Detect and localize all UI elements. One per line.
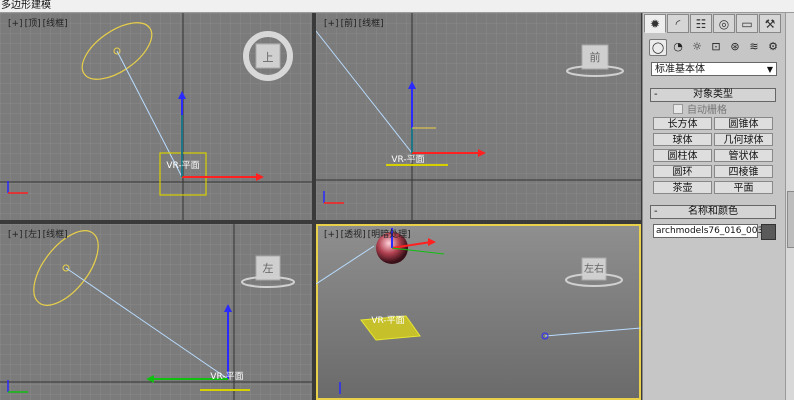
object-label-perspective: VR-平面 (371, 315, 404, 326)
sphere-button[interactable]: 球体 (653, 133, 712, 146)
cameras-icon[interactable]: ⊡ (708, 39, 724, 54)
viewport-left-scene: 左 VR-平面 (0, 224, 312, 400)
command-panel: ✹ ◜ ☷ ◎ ▭ ⚒ ◯ ◔ ☼ ⊡ ⊛ ≋ ⚙ 标准基本体 ▼ - 对象类型… (642, 13, 785, 400)
spacewarps-icon[interactable]: ≋ (746, 39, 762, 54)
viewport-perspective-label[interactable]: [+] [透视] [明暗处理] (324, 227, 413, 240)
viewport-top-label[interactable]: [+] [顶] [线框] (8, 16, 70, 29)
command-panel-tabs: ✹ ◜ ☷ ◎ ▭ ⚒ (644, 14, 781, 33)
lights-icon[interactable]: ☼ (689, 39, 705, 54)
viewport-left-label[interactable]: [+] [左] [线框] (8, 227, 70, 240)
systems-icon[interactable]: ⚙ (765, 39, 781, 54)
viewcube-perspective-label: 左右 (584, 262, 604, 275)
viewport-front-scene: 前 VR-平面 (316, 13, 641, 220)
torus-button[interactable]: 圆环 (653, 165, 712, 178)
primitive-type-dropdown[interactable]: 标准基本体 ▼ (651, 62, 777, 76)
viewport-front-label[interactable]: [+] [前] [线框] (324, 16, 386, 29)
scrollbar-thumb[interactable] (787, 191, 794, 248)
teapot-button[interactable]: 茶壶 (653, 181, 712, 194)
viewport-top[interactable]: 上 VR-平面 [+] [顶] [线框] (0, 13, 312, 220)
viewport-perspective-scene: 左右 VR-平面 (316, 228, 641, 394)
viewcube-front-label: 前 (590, 50, 601, 64)
checkbox-icon (673, 104, 683, 114)
window-title: 多边形建模 (1, 0, 51, 11)
viewcube-left-label: 左 (263, 262, 274, 275)
pyramid-button[interactable]: 四棱锥 (714, 165, 773, 178)
cylinder-button[interactable]: 圆柱体 (653, 149, 712, 162)
object-label-front: VR-平面 (391, 154, 424, 165)
viewport-perspective[interactable]: 左右 VR-平面 [+] [透视] [明暗处理] (316, 224, 641, 400)
utilities-tab-icon[interactable]: ⚒ (759, 14, 781, 33)
autogrid-checkbox[interactable]: 自动栅格 (673, 101, 727, 116)
viewport-left[interactable]: 左 VR-平面 [+] [左] [线框] (0, 224, 312, 400)
object-name-field[interactable]: archmodels76_016_003 (653, 224, 763, 238)
modify-tab-icon[interactable]: ◜ (667, 14, 689, 33)
object-label-top: VR-平面 (166, 160, 199, 171)
geosphere-button[interactable]: 几何球体 (714, 133, 773, 146)
tube-button[interactable]: 管状体 (714, 149, 773, 162)
box-button[interactable]: 长方体 (653, 117, 712, 130)
cone-button[interactable]: 圆锥体 (714, 117, 773, 130)
object-label-left: VR-平面 (210, 371, 243, 382)
object-color-swatch[interactable] (761, 224, 776, 240)
command-panel-scrollbar[interactable] (785, 13, 794, 400)
create-tab-icon[interactable]: ✹ (644, 14, 666, 33)
chevron-down-icon: ▼ (766, 65, 773, 74)
plane-button[interactable]: 平面 (714, 181, 773, 194)
hierarchy-tab-icon[interactable]: ☷ (690, 14, 712, 33)
create-category-buttons: ◯ ◔ ☼ ⊡ ⊛ ≋ ⚙ (649, 39, 781, 56)
display-tab-icon[interactable]: ▭ (736, 14, 758, 33)
object-type-rollout-header[interactable]: - 对象类型 (650, 88, 776, 102)
geometry-icon[interactable]: ◯ (649, 39, 667, 56)
helpers-icon[interactable]: ⊛ (727, 39, 743, 54)
name-color-rollout-header[interactable]: - 名称和颜色 (650, 205, 776, 219)
shapes-icon[interactable]: ◔ (670, 39, 686, 54)
viewport-top-scene: 上 VR-平面 (0, 13, 312, 220)
title-bar: 多边形建模 (0, 0, 794, 13)
motion-tab-icon[interactable]: ◎ (713, 14, 735, 33)
viewport-front[interactable]: 前 VR-平面 [+] [前] [线框] (316, 13, 641, 220)
viewcube-top-label: 上 (263, 51, 274, 64)
